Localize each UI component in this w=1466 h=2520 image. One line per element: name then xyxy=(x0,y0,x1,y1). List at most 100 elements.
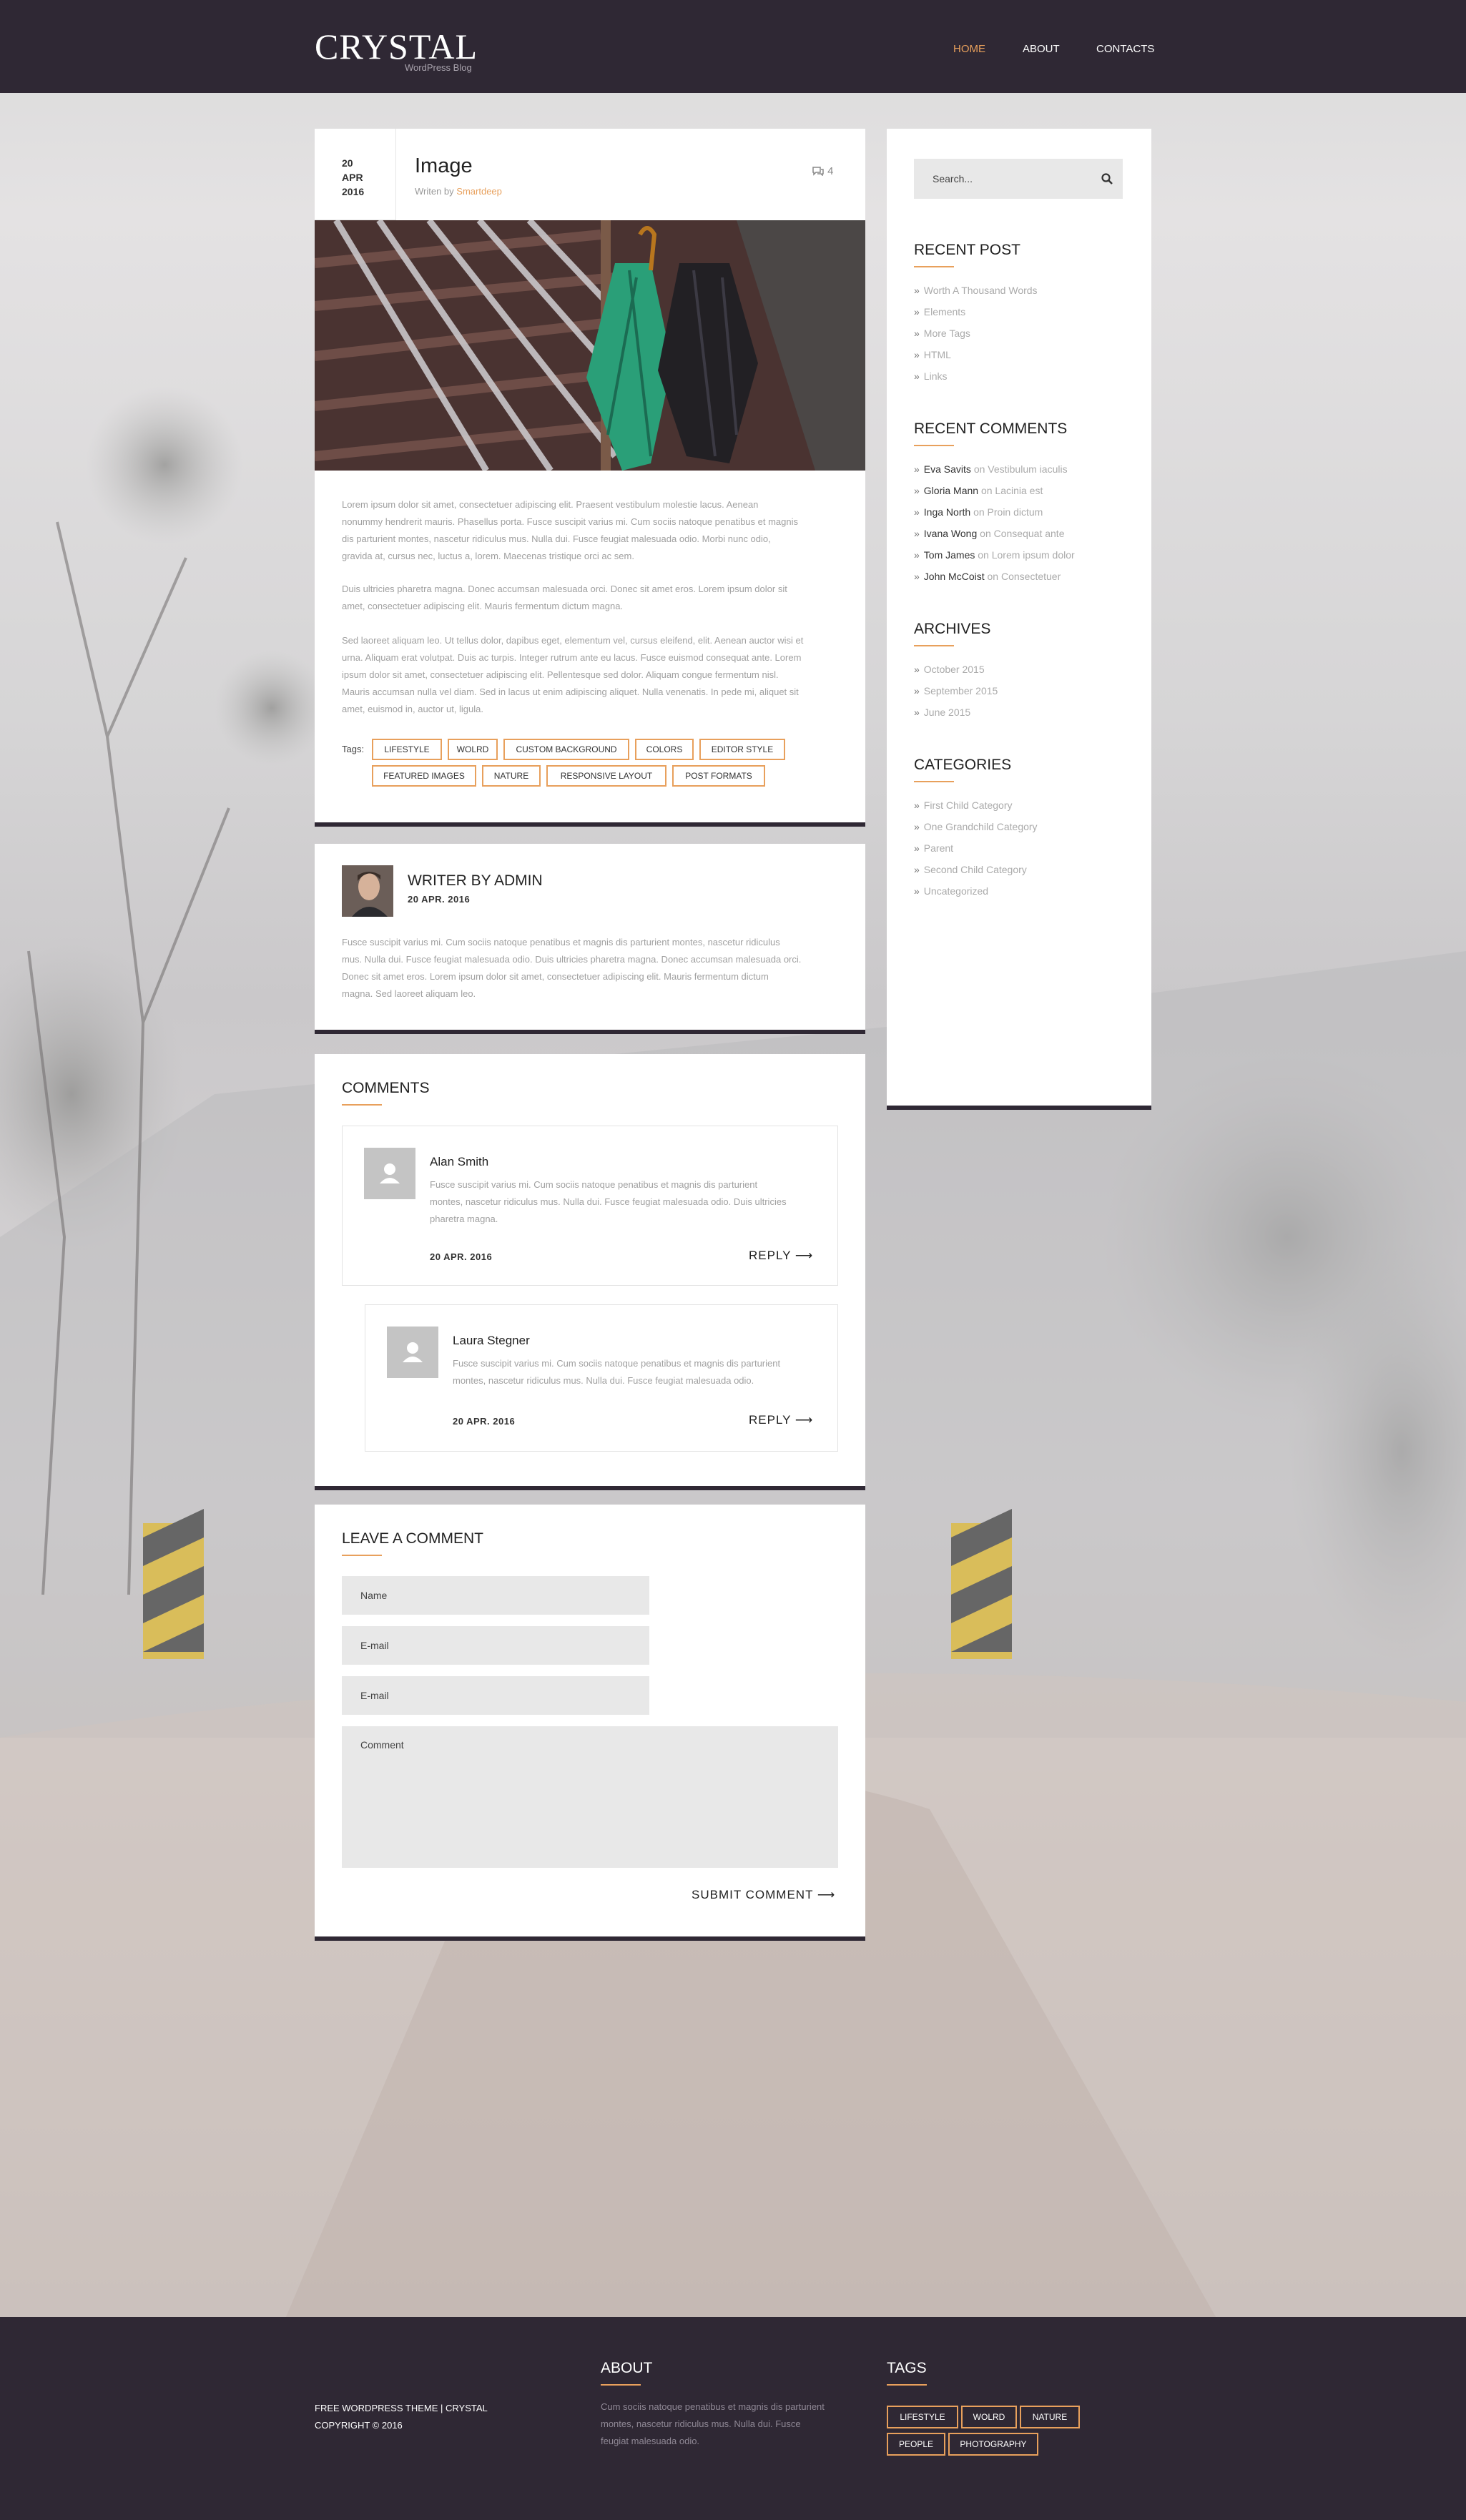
email-field[interactable]: E-mail xyxy=(342,1626,649,1665)
arrow-right-icon: ⟶ xyxy=(817,1888,836,1901)
author-title: WRITER BY ADMIN xyxy=(408,872,543,889)
sidebar: Search... RECENT POST » Worth A Thousand … xyxy=(887,129,1151,1110)
post-paragraph-3: Sed laoreet aliquam leo. Ut tellus dolor… xyxy=(342,635,804,714)
post-tag[interactable]: FEATURED IMAGES xyxy=(372,765,476,787)
reply-label: REPLY xyxy=(749,1249,792,1262)
archives-title: ARCHIVES xyxy=(914,621,991,637)
nav-contacts[interactable]: CONTACTS xyxy=(1096,43,1154,55)
site-header: CRYSTAL WordPress Blog HOME ABOUT CONTAC… xyxy=(0,0,1466,93)
post-tag[interactable]: EDITOR STYLE xyxy=(699,739,785,760)
search-box[interactable]: Search... xyxy=(914,159,1123,199)
nav-about[interactable]: ABOUT xyxy=(1023,43,1060,55)
footer-tag[interactable]: PHOTOGRAPHY xyxy=(948,2433,1038,2456)
submit-label: SUBMIT COMMENT xyxy=(692,1888,814,1901)
arrow-right-icon: ⟶ xyxy=(795,1413,814,1427)
title-underline xyxy=(342,1104,382,1106)
comment-item: Alan Smith Fusce suscipit varius mi. Cum… xyxy=(342,1126,838,1286)
recent-post-link[interactable]: » Links xyxy=(914,370,947,382)
title-underline xyxy=(342,1555,382,1556)
recent-comments-title: RECENT COMMENTS xyxy=(914,420,1068,437)
user-placeholder-icon xyxy=(403,1342,423,1362)
post-featured-image[interactable] xyxy=(315,220,865,471)
comment-avatar xyxy=(387,1327,438,1378)
post-tag[interactable]: NATURE xyxy=(482,765,541,787)
recent-post-title: RECENT POST xyxy=(914,242,1020,258)
post-tag[interactable]: COLORS xyxy=(635,739,694,760)
post-tag[interactable]: POST FORMATS xyxy=(672,765,765,787)
post-tag[interactable]: WOLRD xyxy=(448,739,498,760)
author-date: 20 APR. 2016 xyxy=(408,894,471,905)
nav-home[interactable]: HOME xyxy=(953,43,985,55)
post-tag[interactable]: LIFESTYLE xyxy=(372,739,442,760)
title-underline xyxy=(601,2384,641,2386)
double-chevron-icon: » xyxy=(914,328,920,339)
comment-date: 20 APR. 2016 xyxy=(453,1416,516,1427)
author-avatar[interactable] xyxy=(342,865,393,917)
post-paragraph-1: Lorem ipsum dolor sit amet, consectetuer… xyxy=(342,499,799,561)
comment-text: Fusce suscipit varius mi. Cum sociis nat… xyxy=(453,1358,781,1386)
recent-comment-link[interactable]: » Inga North on Proin dictum xyxy=(914,506,1043,518)
site-logo[interactable]: CRYSTAL xyxy=(315,26,478,67)
title-underline xyxy=(914,266,954,267)
double-chevron-icon: » xyxy=(914,549,920,561)
footer-tag[interactable]: WOLRD xyxy=(961,2406,1017,2428)
name-field[interactable]: Name xyxy=(342,1576,649,1615)
double-chevron-icon: » xyxy=(914,285,920,296)
category-link[interactable]: » One Grandchild Category xyxy=(914,821,1038,832)
double-chevron-icon: » xyxy=(914,885,920,897)
post-date-day: 20 xyxy=(342,157,353,169)
double-chevron-icon: » xyxy=(914,571,920,582)
post-title[interactable]: Image xyxy=(415,154,473,178)
leave-comment-card: LEAVE A COMMENT Name E-mail E-mail Comme… xyxy=(315,1505,865,1941)
recent-comment-link[interactable]: » Ivana Wong on Consequat ante xyxy=(914,528,1064,539)
comment-textarea[interactable]: Comment xyxy=(342,1726,838,1868)
post-tag[interactable]: RESPONSIVE LAYOUT xyxy=(546,765,666,787)
footer-tag[interactable]: LIFESTYLE xyxy=(887,2406,958,2428)
reply-label: REPLY xyxy=(749,1413,792,1427)
archive-link[interactable]: » June 2015 xyxy=(914,707,970,718)
recent-comment-link[interactable]: » John McCoist on Consectetuer xyxy=(914,571,1061,582)
footer-tag[interactable]: NATURE xyxy=(1020,2406,1080,2428)
recent-post-link[interactable]: » More Tags xyxy=(914,328,970,339)
search-icon[interactable] xyxy=(1101,173,1113,184)
post-date: 20 APR 2016 xyxy=(315,129,396,220)
footer-tag[interactable]: PEOPLE xyxy=(887,2433,945,2456)
recent-comment-link[interactable]: » Tom James on Lorem ipsum dolor xyxy=(914,549,1075,561)
double-chevron-icon: » xyxy=(914,370,920,382)
recent-post-link[interactable]: » Elements xyxy=(914,306,965,318)
double-chevron-icon: » xyxy=(914,707,920,718)
title-underline xyxy=(914,645,954,646)
recent-post-link[interactable]: » HTML xyxy=(914,349,951,360)
reply-button[interactable]: REPLY ⟶ xyxy=(749,1413,813,1427)
archive-link[interactable]: » September 2015 xyxy=(914,685,998,697)
footer-about-title: ABOUT xyxy=(601,2360,653,2376)
site-tagline: WordPress Blog xyxy=(405,62,472,73)
tags-label: Tags: xyxy=(342,744,365,754)
double-chevron-icon: » xyxy=(914,506,920,518)
submit-comment-button[interactable]: SUBMIT COMMENT ⟶ xyxy=(692,1888,835,1902)
post-byline: Writen by Smartdeep xyxy=(415,186,502,197)
search-input[interactable]: Search... xyxy=(933,173,973,184)
email-field-2[interactable]: E-mail xyxy=(342,1676,649,1715)
double-chevron-icon: » xyxy=(914,664,920,675)
arrow-right-icon: ⟶ xyxy=(795,1249,814,1262)
category-link[interactable]: » First Child Category xyxy=(914,799,1013,811)
category-link[interactable]: » Parent xyxy=(914,842,953,854)
comment-date: 20 APR. 2016 xyxy=(430,1251,493,1262)
double-chevron-icon: » xyxy=(914,821,920,832)
recent-comment-link[interactable]: » Eva Savits on Vestibulum iaculis xyxy=(914,463,1068,475)
comment-avatar xyxy=(364,1148,415,1199)
reply-button[interactable]: REPLY ⟶ xyxy=(749,1249,813,1263)
category-link[interactable]: » Uncategorized xyxy=(914,885,988,897)
comments-icon xyxy=(812,167,824,177)
categories-title: CATEGORIES xyxy=(914,757,1012,773)
archive-link[interactable]: » October 2015 xyxy=(914,664,985,675)
post-author-link[interactable]: Smartdeep xyxy=(456,186,502,197)
recent-comment-link[interactable]: » Gloria Mann on Lacinia est xyxy=(914,485,1043,496)
title-underline xyxy=(914,445,954,446)
comment-author: Alan Smith xyxy=(430,1155,489,1168)
category-link[interactable]: » Second Child Category xyxy=(914,864,1027,875)
post-tag[interactable]: CUSTOM BACKGROUND xyxy=(503,739,629,760)
comment-count[interactable]: 4 xyxy=(812,165,834,177)
recent-post-link[interactable]: » Worth A Thousand Words xyxy=(914,285,1038,296)
